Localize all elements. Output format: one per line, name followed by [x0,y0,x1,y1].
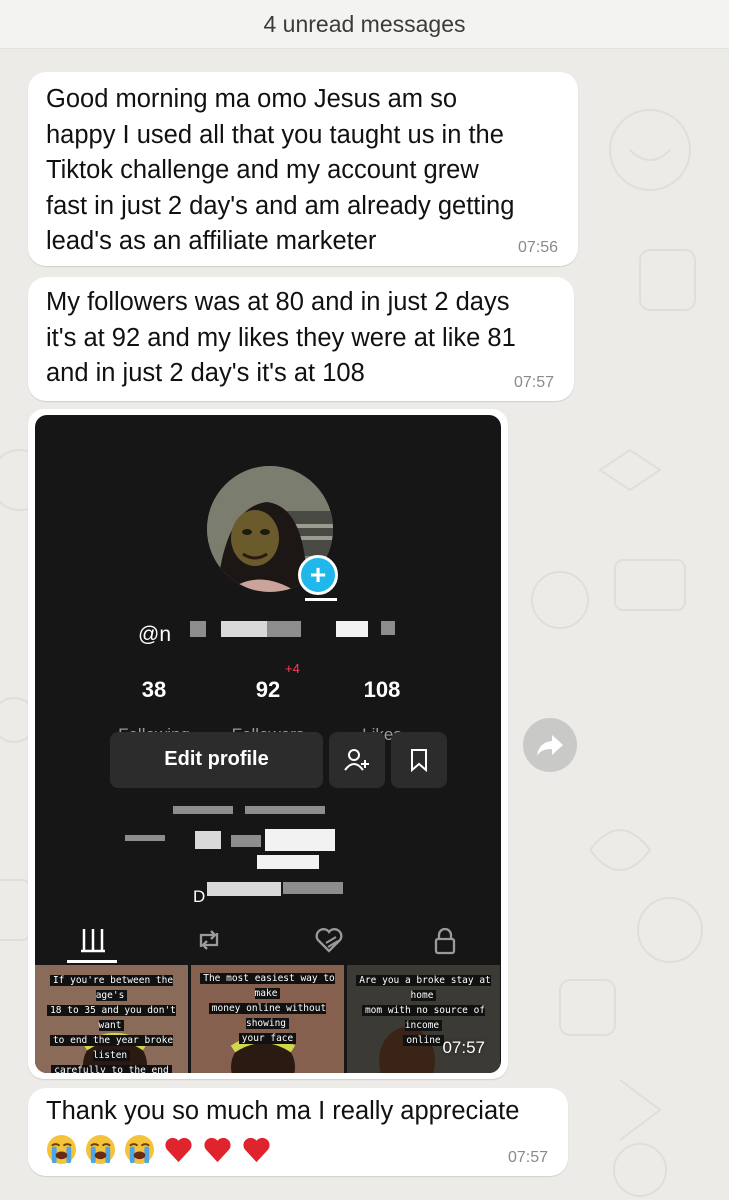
message-bubble[interactable]: Thank you so much ma I really appreciate… [28,1088,568,1176]
redacted-username-block [267,621,301,637]
stat-value: 38 [141,677,167,702]
add-story-plus-icon[interactable]: + [298,555,338,595]
active-tab-indicator [67,960,117,963]
video-caption-line: your face [191,1031,344,1046]
video-thumbnail[interactable]: The most easiest way to make money onlin… [191,965,344,1073]
video-caption-line: 18 to 35 and you don't want [35,1003,188,1033]
profile-username: @n [138,617,171,653]
video-caption-line: The most easiest way to make [191,971,344,1001]
grid-icon[interactable] [80,927,106,953]
red-heart-icon [204,1137,231,1163]
message-text: Thank you so much ma I really appreciate [46,1097,520,1125]
image-message-time: 07:57 [442,1037,485,1057]
redacted-bio-block [125,835,165,841]
username-prefix: @n [138,623,171,646]
divider [305,598,337,601]
red-heart-icon [243,1137,270,1163]
edit-profile-button[interactable]: Edit profile [110,732,323,788]
video-thumbnail[interactable]: If you're between the age's 18 to 35 and… [35,965,188,1073]
video-caption-line: mom with no source of income [347,1003,500,1033]
redacted-bio-block [245,806,325,814]
stat-value: 92 [255,677,281,702]
add-friend-icon [344,749,369,771]
video-caption-line: carefully to the end [35,1063,188,1073]
video-caption-line: Are you a broke stay at home [347,973,500,1003]
loudly-crying-face-icon [85,1134,116,1165]
forward-icon [537,735,563,756]
profile-tabs [35,915,501,965]
message-bubble[interactable]: Good morning ma omo Jesus am so happy I … [28,72,578,266]
repost-icon[interactable] [195,927,223,953]
stat-value: 108 [363,677,401,702]
forward-button[interactable] [523,718,577,772]
redacted-bio-block [195,831,221,849]
redacted-bio-block [173,806,233,814]
tiktok-profile-screenshot[interactable]: + @n 38 Following +4 92 Followers 108 Li… [35,415,501,1073]
redacted-username-block [221,621,267,637]
image-message-bubble[interactable]: + @n 38 Following +4 92 Followers 108 Li… [28,409,508,1079]
video-caption-line: If you're between the age's [35,973,188,1003]
qr-code-icon[interactable] [381,621,395,635]
video-caption-line: to end the year broke listen [35,1033,188,1063]
message-time: 07:57 [507,1149,548,1166]
bookmark-icon [411,749,427,772]
redacted-bio-block [283,882,343,894]
message-time: 07:56 [517,239,558,256]
redacted-username-block [336,621,368,637]
redacted-bio-block [207,882,281,896]
unread-messages-label: 4 unread messages [263,10,466,37]
lock-icon[interactable] [433,927,457,955]
add-friend-button[interactable] [329,732,385,788]
red-heart-icon [165,1137,192,1163]
liked-icon[interactable] [314,927,344,953]
message-time: 07:57 [513,374,554,391]
video-caption-line: money online without showing [191,1001,344,1031]
loudly-crying-face-icon [46,1134,77,1165]
unread-messages-banner: 4 unread messages [0,0,729,49]
redacted-username-block [190,621,206,637]
redacted-bio-block [257,855,319,869]
message-text: Good morning ma omo Jesus am so happy I … [46,85,515,255]
redacted-bio-block [265,829,335,851]
emoji-row [46,1134,272,1165]
message-bubble[interactable]: My followers was at 80 and in just 2 day… [28,277,574,401]
redacted-bio-block [231,835,261,847]
bookmarks-button[interactable] [391,732,447,788]
bio-visible-letter: D [193,887,206,906]
message-text: My followers was at 80 and in just 2 day… [46,288,516,387]
loudly-crying-face-icon [124,1134,155,1165]
